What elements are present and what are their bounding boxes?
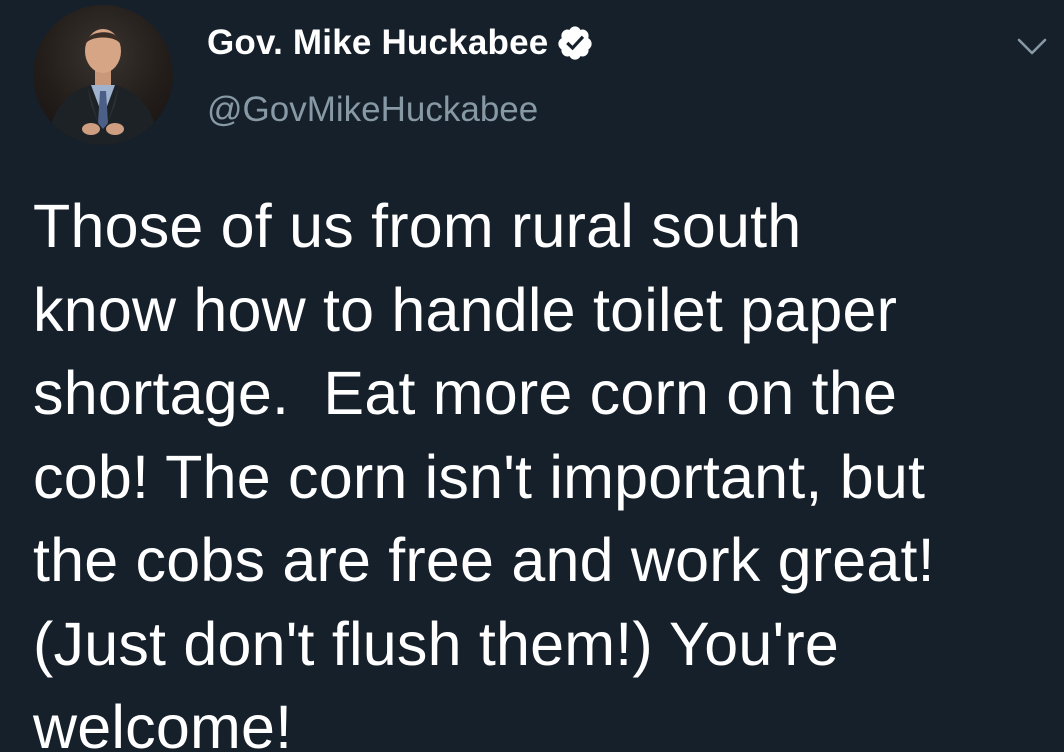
author-handle[interactable]: @GovMikeHuckabee: [207, 90, 594, 130]
tweet-header: Gov. Mike Huckabee @GovMikeHuckabee: [207, 18, 594, 130]
author-display-name[interactable]: Gov. Mike Huckabee: [207, 23, 548, 63]
tweet-menu-button[interactable]: [1016, 36, 1048, 58]
name-row: Gov. Mike Huckabee: [207, 18, 594, 68]
profile-photo-icon: [47, 29, 159, 145]
tweet-body-text: Those of us from rural south know how to…: [33, 192, 935, 752]
verified-badge-icon: [556, 24, 594, 62]
chevron-down-icon: [1017, 38, 1047, 55]
tweet-card: Gov. Mike Huckabee @GovMikeHuckabee Thos…: [0, 0, 1064, 752]
author-avatar[interactable]: [33, 5, 173, 145]
